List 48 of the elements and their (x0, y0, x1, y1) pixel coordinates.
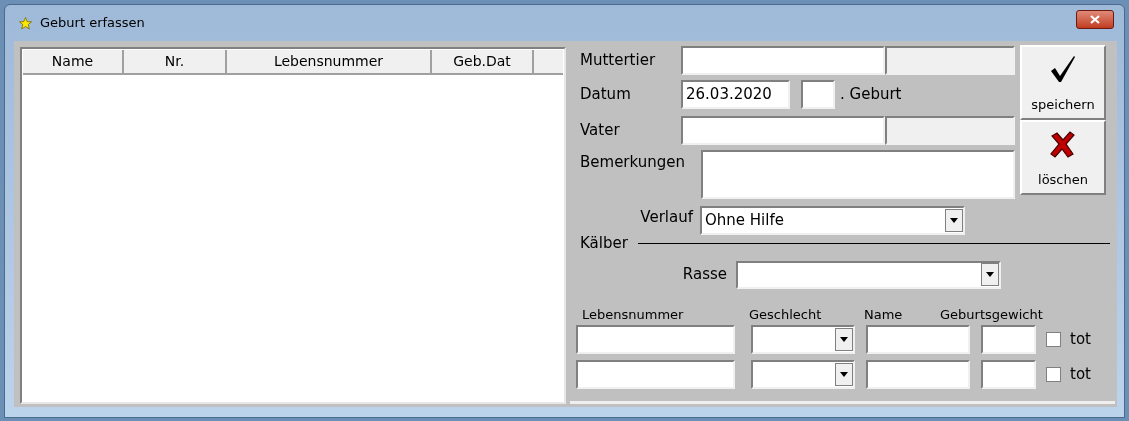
input-field[interactable] (866, 360, 970, 389)
field-label: Datum (579, 84, 632, 106)
checkbox[interactable] (1046, 367, 1061, 382)
delete-button[interactable]: löschen (1020, 120, 1106, 195)
dropdown-arrow-button[interactable] (835, 363, 853, 386)
window-title: Geburt erfassen (40, 14, 145, 33)
dropdown-arrow-button[interactable] (945, 209, 963, 232)
caret-icon (840, 337, 848, 342)
gender-dropdown[interactable] (751, 360, 855, 389)
caret-icon (950, 218, 958, 223)
input-field[interactable] (681, 116, 885, 145)
date-field[interactable]: 26.03.2020 (681, 80, 790, 109)
field-label: Rasse (681, 264, 727, 286)
checkbox[interactable] (1046, 332, 1061, 347)
list-view[interactable]: Name Nr. Lebensnummer Geb.Dat (20, 47, 566, 404)
input-field[interactable] (801, 80, 835, 109)
column-label: Geschlecht (749, 305, 823, 324)
input-field[interactable] (981, 325, 1036, 354)
save-button[interactable]: speichern (1020, 45, 1106, 120)
verlauf-dropdown[interactable]: Ohne Hilfe (700, 206, 965, 235)
input-field[interactable] (681, 46, 885, 75)
checkbox-label: tot (1070, 364, 1091, 386)
input-field[interactable] (981, 360, 1036, 389)
star-icon (19, 16, 32, 30)
column-label: Geburtsgewicht (940, 305, 1043, 324)
column-label: Lebensnummer (581, 305, 685, 324)
x-icon (1049, 129, 1077, 158)
close-icon (1090, 14, 1100, 24)
dropdown-arrow-button[interactable] (835, 328, 853, 351)
field-label: Verlauf (639, 207, 694, 228)
column-label: Name (864, 305, 904, 324)
field-label: Kälber (579, 233, 628, 254)
dropdown-arrow-button[interactable] (981, 263, 999, 286)
input-field[interactable] (576, 325, 735, 354)
input-field[interactable] (576, 360, 735, 389)
gender-dropdown[interactable] (751, 325, 855, 354)
field-label: Bemerkungen (579, 152, 687, 173)
breed-dropdown[interactable] (736, 260, 1001, 289)
field-label: . Geburt (840, 84, 902, 106)
close-button[interactable] (1076, 9, 1114, 29)
checkmark-icon (1050, 54, 1076, 83)
caret-icon (840, 372, 848, 377)
caret-icon (986, 272, 994, 277)
checkbox-label: tot (1070, 329, 1091, 351)
input-field[interactable] (866, 325, 970, 354)
notes-field[interactable] (701, 150, 1015, 199)
field-label: Vater (579, 120, 621, 142)
field-label: Muttertier (579, 50, 657, 72)
